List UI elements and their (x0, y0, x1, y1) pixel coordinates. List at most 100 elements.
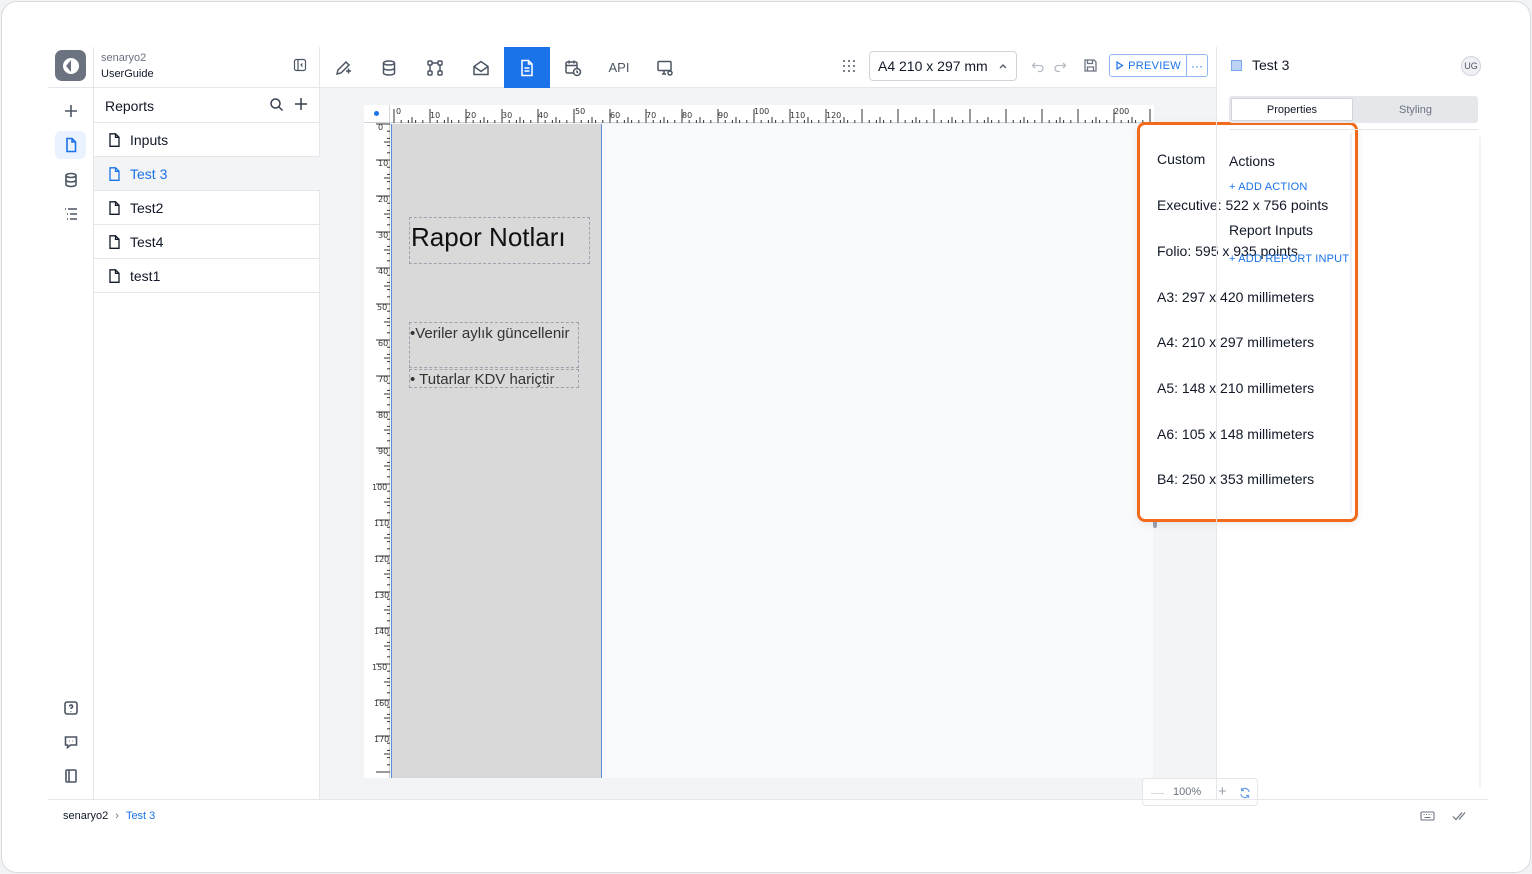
redo-icon[interactable] (1053, 59, 1067, 73)
preview-button[interactable]: PREVIEW (1110, 55, 1186, 76)
database-icon (382, 59, 396, 76)
save-icon[interactable] (1083, 58, 1098, 73)
reports-header: Reports (94, 88, 320, 123)
ruler-h-label: 200 (1114, 107, 1130, 116)
tab-properties[interactable]: Properties (1231, 98, 1353, 121)
horizontal-ruler: 0 10 20 30 40 50 60 70 80 90 100 110 120… (364, 105, 1154, 123)
ruler-origin[interactable] (364, 105, 390, 123)
api-label: API (608, 60, 630, 75)
ruler-h-label: 50 (575, 107, 586, 116)
chat-icon[interactable] (55, 728, 86, 756)
report-item-test1[interactable]: test1 (94, 259, 320, 293)
report-item-inputs[interactable]: Inputs (94, 123, 320, 157)
ruler-v-label: 170 (374, 735, 390, 744)
grid-dots-icon[interactable] (842, 59, 856, 73)
report-item-test-3[interactable]: Test 3 (94, 157, 320, 191)
project-header: senaryo2 UserGuide (94, 47, 320, 88)
panel-scrollbar[interactable] (1479, 137, 1481, 787)
keyboard-icon[interactable] (1420, 809, 1435, 823)
status-bar: senaryo2 › Test 3 (48, 799, 1488, 832)
mail-tool-button[interactable] (458, 47, 504, 88)
chevron-up-icon (999, 64, 1007, 69)
more-options-button[interactable]: ··· (1186, 55, 1207, 76)
file-icon (109, 268, 120, 283)
double-check-icon[interactable] (1452, 809, 1467, 823)
add-report-input-button[interactable]: + ADD REPORT INPUT (1229, 253, 1349, 265)
bullet-textbox-1[interactable]: •Veriler aylık güncellenir (409, 322, 579, 368)
report-item-label: Test2 (130, 199, 164, 216)
report-tool-button[interactable] (504, 47, 550, 88)
reports-icon[interactable] (55, 131, 86, 159)
add-icon[interactable] (55, 97, 86, 125)
left-rail (48, 47, 94, 799)
ruler-v-label: 70 (378, 375, 389, 384)
project-sub: UserGuide (101, 68, 154, 80)
report-item-test4[interactable]: Test4 (94, 225, 320, 259)
menu-item-custom[interactable]: Custom (1157, 151, 1205, 167)
project-name: senaryo2 (101, 52, 147, 64)
reports-panel: Reports Inputs Test 3 Test2 Test4 test1 (94, 88, 320, 799)
panel-tabs: Properties Styling (1229, 96, 1478, 123)
breadcrumb-current[interactable]: Test 3 (126, 810, 155, 822)
page-size-select[interactable]: A4 210 x 297 mm (869, 51, 1017, 81)
mail-open-icon (473, 60, 489, 75)
docs-icon[interactable] (55, 762, 86, 790)
ruler-v-label: 30 (378, 231, 389, 240)
collapse-panel-icon[interactable] (293, 58, 307, 72)
canvas-area: 0 10 20 30 40 50 60 70 80 90 100 110 120… (320, 88, 1358, 806)
ruler-v-label: 160 (374, 699, 390, 708)
report-icon (1231, 60, 1242, 71)
ruler-v-label: 20 (378, 195, 389, 204)
api-tool-button[interactable]: API (596, 47, 642, 88)
ruler-v-label: 10 (378, 159, 389, 168)
ruler-v-label: 40 (378, 267, 389, 276)
file-icon (109, 132, 120, 147)
add-action-button[interactable]: + ADD ACTION (1229, 181, 1308, 193)
app-logo-icon[interactable] (55, 50, 86, 81)
schedule-tool-button[interactable] (550, 47, 596, 88)
bullet-textbox-2[interactable]: • Tutarlar KDV hariçtir (409, 369, 579, 388)
ruler-v-label: 140 (374, 627, 390, 636)
file-icon (109, 234, 120, 249)
report-item-test2[interactable]: Test2 (94, 191, 320, 225)
undo-icon[interactable] (1031, 59, 1045, 73)
edit-tool-button[interactable] (320, 47, 366, 88)
breadcrumb-root[interactable]: senaryo2 (63, 810, 108, 822)
properties-panel: Test 3 UG Properties Styling Actions + A… (1216, 47, 1488, 799)
ruler-h-label: 110 (790, 111, 806, 120)
rail-divider (48, 87, 94, 88)
ruler-h-label: 20 (466, 111, 477, 120)
add-report-icon[interactable] (293, 96, 309, 112)
preview-label: PREVIEW (1128, 59, 1181, 72)
database-icon[interactable] (55, 166, 86, 194)
report-item-label: test1 (130, 267, 161, 284)
list-icon[interactable] (55, 200, 86, 228)
report-designer: senaryo2 UserGuide Reports Inputs Test 3… (48, 47, 1488, 832)
monitor-settings-icon (657, 60, 673, 76)
report-inputs-title: Report Inputs (1229, 222, 1314, 238)
zoom-out-button[interactable]: — (1151, 785, 1164, 800)
ruler-v-label: 120 (374, 555, 390, 564)
search-icon[interactable] (269, 97, 284, 112)
ruler-h-label: 30 (502, 111, 513, 120)
screen-settings-button[interactable] (642, 47, 688, 88)
breadcrumb: senaryo2 › Test 3 (63, 810, 155, 822)
ruler-v-label: 80 (378, 411, 389, 420)
ruler-h-label: 90 (718, 111, 729, 120)
ruler-v-label: 150 (372, 663, 388, 672)
help-icon[interactable] (55, 694, 86, 722)
datasource-tool-button[interactable] (366, 47, 412, 88)
ruler-v-label: 50 (377, 303, 388, 312)
flow-tool-button[interactable] (412, 47, 458, 88)
ruler-h-label: 40 (538, 111, 549, 120)
vertical-ruler: 0 10 20 30 40 50 60 70 80 90 100 110 120… (364, 123, 390, 778)
actions-title: Actions (1229, 153, 1275, 169)
ruler-v-label: 0 (378, 123, 384, 132)
ruler-v-label: 90 (378, 447, 389, 456)
avatar[interactable]: UG (1461, 56, 1481, 76)
tab-styling[interactable]: Styling (1355, 98, 1476, 121)
ruler-h-label: 120 (826, 111, 842, 120)
preview-button-group: PREVIEW ··· (1109, 54, 1208, 77)
report-title-textbox[interactable]: Rapor Notları (409, 217, 590, 264)
report-item-label: Inputs (130, 131, 169, 148)
